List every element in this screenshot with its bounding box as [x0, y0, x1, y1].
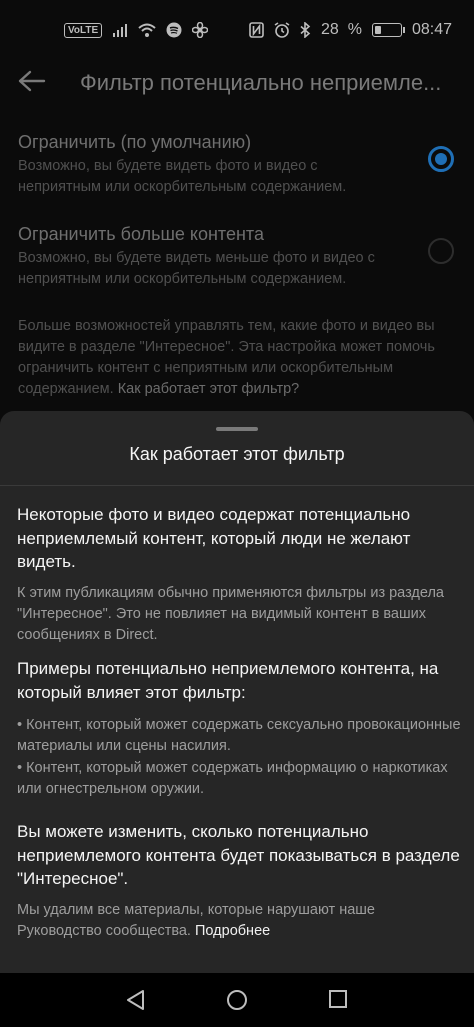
list-item: • Контент, который может содержать инфор…: [17, 760, 448, 797]
bottom-sheet: Как работает этот фильтр Некоторые фото …: [0, 411, 474, 973]
section-heading: Примеры потенциально неприемлемого конте…: [17, 659, 439, 702]
filter-settings-page: Фильтр потенциально неприемле... Огранич…: [0, 60, 474, 412]
system-nav-bar: [0, 973, 474, 1027]
home-nav-icon[interactable]: [226, 989, 248, 1016]
battery-percent-value: 28: [321, 21, 339, 38]
option-description: Возможно, вы будете видеть меньше фото и…: [18, 250, 375, 287]
section-sensitive-content: Некоторые фото и видео содержат потенциа…: [17, 503, 461, 646]
option-title: Ограничить (по умолчанию): [18, 132, 252, 152]
option-description: Возможно, вы будете видеть фото и видео …: [18, 158, 347, 195]
section-text: Мы удалим все материалы, которые нарушаю…: [17, 900, 461, 942]
back-nav-icon[interactable]: [125, 989, 147, 1016]
battery-icon: [371, 23, 405, 37]
bullet-list: • Контент, который может содержать сексу…: [17, 715, 461, 800]
info-paragraph: Больше возможностей управлять тем, какие…: [18, 316, 458, 400]
page-title: Фильтр потенциально неприемле...: [80, 70, 442, 95]
learn-more-link[interactable]: Подробнее: [195, 923, 270, 939]
section-text: К этим публикациям обычно применяются фи…: [17, 584, 444, 643]
volte-icon: VoLTE: [64, 22, 103, 38]
clock: 08:47: [411, 21, 452, 38]
recents-nav-icon[interactable]: [328, 989, 348, 1014]
option-restrict-default[interactable]: Ограничить (по умолчанию) Возможно, вы б…: [18, 132, 458, 198]
battery-percent-sign: %: [347, 21, 362, 38]
section-heading: Вы можете изменить, сколько потенциально…: [17, 822, 460, 888]
status-bar: VoLTE 28 % 08:47: [0, 0, 474, 60]
fan-icon: [192, 22, 209, 38]
sheet-drag-handle[interactable]: [216, 427, 258, 431]
section-change-amount: Вы можете изменить, сколько потенциально…: [17, 820, 461, 942]
option-title: Ограничить больше контента: [18, 224, 264, 244]
back-arrow-icon[interactable]: [18, 66, 80, 100]
signal-icon: [113, 24, 128, 37]
section-heading: Некоторые фото и видео содержат потенциа…: [17, 505, 411, 571]
sheet-divider: [0, 485, 474, 486]
spotify-icon: [166, 22, 182, 38]
option-restrict-more[interactable]: Ограничить больше контента Возможно, вы …: [18, 224, 458, 290]
radio-selected[interactable]: [428, 146, 454, 172]
section-examples: Примеры потенциально неприемлемого конте…: [17, 657, 461, 800]
sheet-title: Как работает этот фильтр: [129, 444, 345, 464]
wifi-icon: [138, 23, 156, 37]
alarm-icon: [274, 22, 290, 38]
radio-unselected[interactable]: [428, 238, 454, 264]
page-header: Фильтр потенциально неприемле...: [0, 60, 474, 106]
list-item: • Контент, который может содержать сексу…: [17, 717, 461, 754]
bluetooth-icon: [300, 22, 311, 38]
how-filter-works-link[interactable]: Как работает этот фильтр?: [118, 381, 300, 397]
nfc-icon: [249, 22, 264, 38]
